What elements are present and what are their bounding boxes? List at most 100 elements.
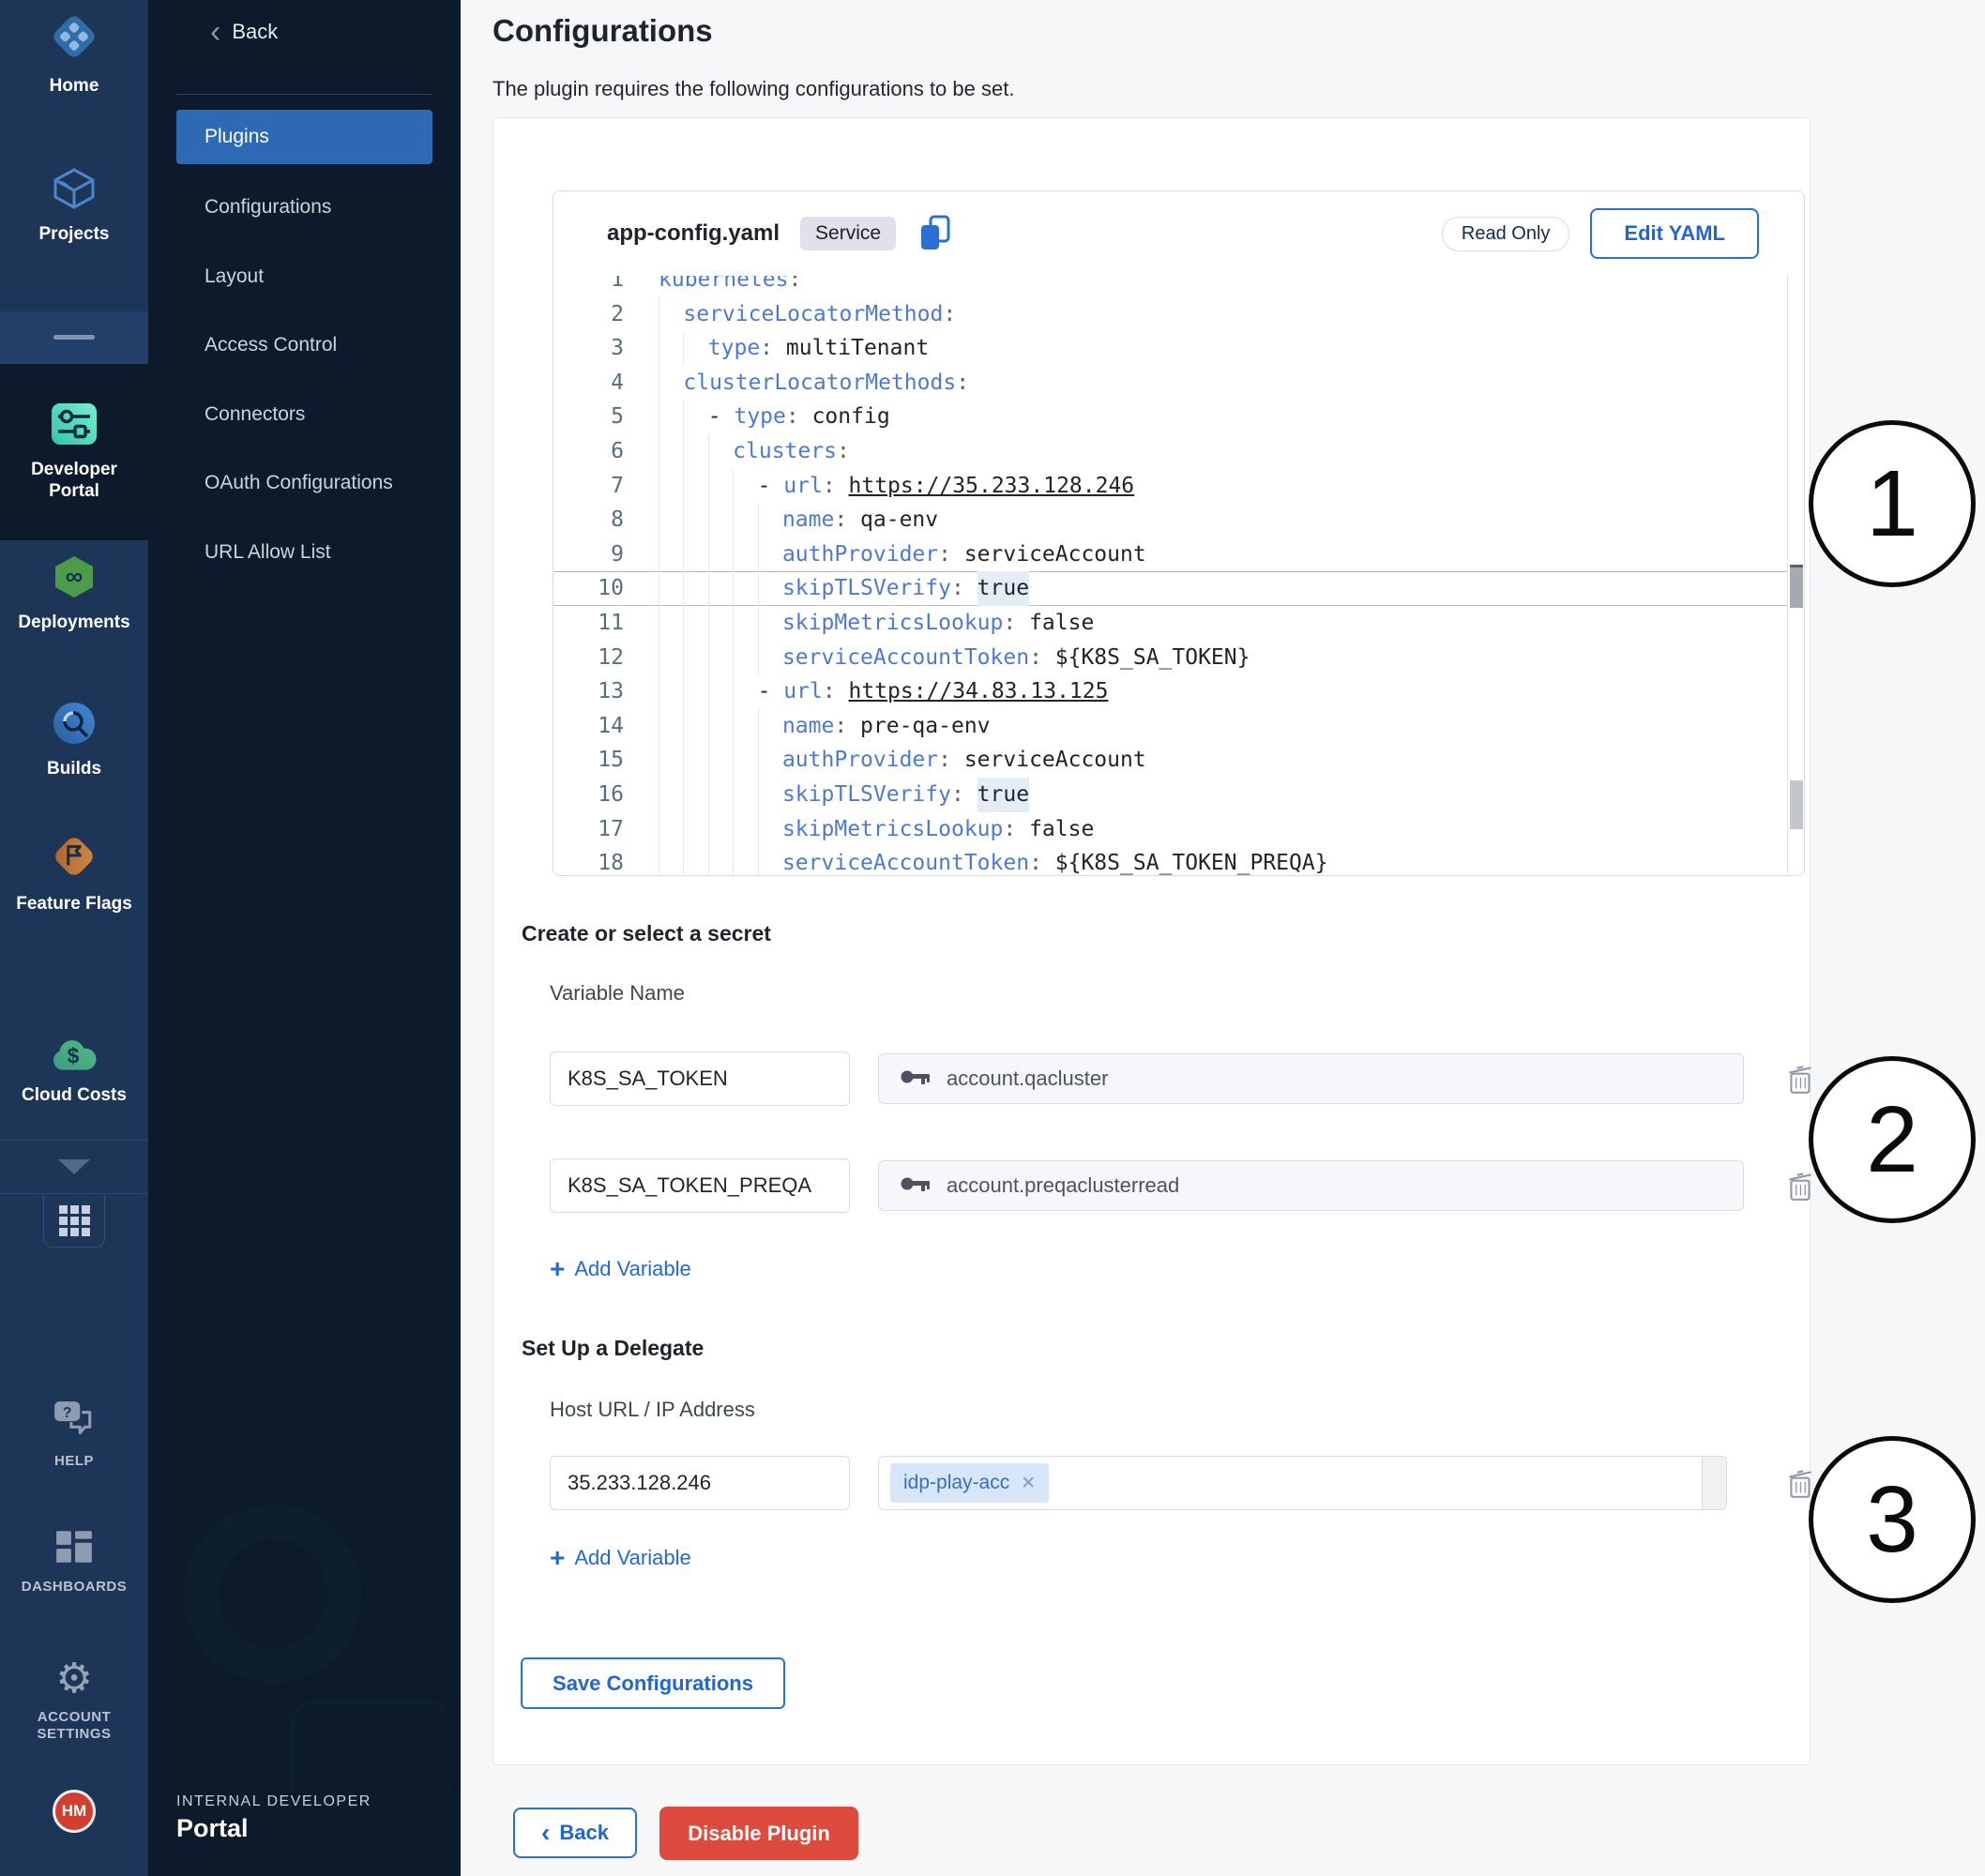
back-button-label: Back	[559, 1821, 609, 1845]
sidebar-item-home[interactable]: Home	[0, 11, 148, 98]
line-number: 10	[553, 571, 624, 606]
host-url-label: Host URL / IP Address	[550, 1398, 755, 1422]
line-number: 8	[553, 503, 624, 537]
nav-item-configurations[interactable]: Configurations	[205, 193, 331, 221]
chevron-left-icon: ‹	[541, 1823, 550, 1842]
code-line-6: 6clusters:	[553, 434, 1787, 469]
line-number: 18	[553, 846, 624, 875]
remove-tag-icon[interactable]: ✕	[1021, 1473, 1036, 1494]
line-number: 6	[553, 434, 624, 469]
decorative-ring	[184, 1505, 362, 1683]
sidebar-item-builds[interactable]: Builds	[0, 702, 148, 780]
yaml-card-header: app-config.yaml Service Read Only Edit Y…	[553, 191, 1804, 276]
nav-back-label: Back	[232, 20, 278, 44]
variable-name-input[interactable]	[550, 1158, 850, 1213]
line-number: 7	[553, 469, 624, 504]
pipelines-icon: ∞	[51, 555, 98, 603]
delegate-row: idp-play-acc ✕	[550, 1456, 1811, 1512]
plus-icon: +	[550, 1547, 565, 1569]
add-variable-delegate-button[interactable]: + Add Variable	[550, 1546, 691, 1570]
collapse-dash-icon[interactable]	[53, 335, 95, 340]
secondary-nav: ‹ Back Plugins Configurations Layout Access…	[148, 0, 461, 1876]
add-variable-label: Add Variable	[574, 1546, 690, 1570]
sidebar-item-deployments[interactable]: ∞ Deployments	[0, 555, 148, 634]
code-line-1: 1kubernetes:	[553, 276, 1787, 297]
line-number: 11	[553, 606, 624, 641]
code-line-17: 17skipMetricsLookup: false	[553, 812, 1787, 847]
svg-text:?: ?	[63, 1405, 72, 1421]
sidebar-item-label: HELP	[15, 1453, 133, 1470]
dashboard-grid-icon	[54, 1529, 94, 1569]
annotation-circle-2: 2	[1809, 1056, 1976, 1223]
sidebar-item-projects[interactable]: Projects	[0, 167, 148, 246]
delete-variable-button[interactable]	[1786, 1063, 1816, 1101]
sidebar-item-developer-portal[interactable]: Developer Portal	[0, 364, 148, 540]
delegate-tags-field[interactable]: idp-play-acc ✕	[878, 1456, 1727, 1510]
chat-question-icon: ?	[53, 1399, 96, 1444]
code-line-2: 2serviceLocatorMethod:	[553, 297, 1787, 332]
read-only-badge: Read Only	[1442, 217, 1570, 251]
scrollbar-thumb[interactable]	[1790, 565, 1803, 608]
sidebar-item-label: Projects	[15, 224, 133, 246]
sidebar-item-feature-flags[interactable]: Feature Flags	[0, 833, 148, 915]
line-number: 15	[553, 743, 624, 778]
secret-reference-label: account.preqaclusterread	[947, 1173, 1179, 1198]
decorative-rect	[291, 1700, 450, 1790]
yaml-code-viewer[interactable]: 1kubernetes:2serviceLocatorMethod:3type:…	[553, 276, 1787, 875]
grid-dots-icon	[59, 1205, 90, 1236]
back-button[interactable]: ‹ Back	[513, 1808, 637, 1858]
nav-item-layout[interactable]: Layout	[205, 263, 264, 291]
tag-field-handle	[1702, 1457, 1726, 1509]
line-number: 16	[553, 778, 624, 812]
sidebar-item-dashboards[interactable]: DASHBOARDS	[0, 1529, 148, 1596]
nav-decoration	[150, 1418, 461, 1790]
code-scrollbar	[1787, 276, 1804, 875]
nav-item-url-allow-list[interactable]: URL Allow List	[205, 538, 331, 567]
cloud-dollar-icon: $	[50, 1036, 98, 1076]
sidebar-item-account-settings[interactable]: ⚙ACCOUNT SETTINGS	[0, 1658, 148, 1743]
edit-yaml-button[interactable]: Edit YAML	[1590, 208, 1759, 259]
sidebar-item-label: Deployments	[15, 613, 133, 634]
line-number: 12	[553, 641, 624, 675]
code-line-18: 18serviceAccountToken: ${K8S_SA_TOKEN_PR…	[553, 846, 1787, 875]
secrets-heading: Create or select a secret	[522, 921, 771, 946]
code-line-11: 11skipMetricsLookup: false	[553, 606, 1787, 641]
host-url-input[interactable]	[550, 1456, 850, 1510]
scrollbar-thumb-secondary[interactable]	[1790, 780, 1803, 829]
save-configurations-button[interactable]: Save Configurations	[521, 1657, 785, 1709]
sidebar-item-label: Developer Portal	[15, 460, 133, 503]
code-line-12: 12serviceAccountToken: ${K8S_SA_TOKEN}	[553, 641, 1787, 675]
module-grid-button[interactable]	[43, 1195, 105, 1248]
sidebar-divider	[0, 311, 148, 364]
add-variable-secrets-button[interactable]: + Add Variable	[550, 1257, 691, 1281]
line-number: 9	[553, 537, 624, 572]
nav-back-button[interactable]: ‹ Back	[210, 19, 278, 45]
line-number: 1	[553, 276, 624, 297]
sidebar-item-help[interactable]: ? HELP	[0, 1399, 148, 1470]
disable-plugin-button[interactable]: Disable Plugin	[659, 1807, 858, 1860]
delegate-tag-label: idp-play-acc	[903, 1472, 1009, 1494]
nav-item-access-control[interactable]: Access Control	[205, 331, 337, 359]
secret-reference-field[interactable]: account.qacluster	[878, 1053, 1744, 1104]
secret-row: account.qacluster	[550, 1051, 1811, 1108]
nav-item-oauth-configurations[interactable]: OAuth Configurations	[205, 469, 393, 497]
line-number: 17	[553, 812, 624, 847]
page-subtitle: The plugin requires the following config…	[492, 77, 1014, 101]
nav-item-plugins[interactable]: Plugins	[176, 110, 432, 164]
secret-reference-field[interactable]: account.preqaclusterread	[878, 1160, 1744, 1211]
delete-variable-button[interactable]	[1786, 1170, 1816, 1208]
copy-icon[interactable]	[917, 214, 954, 253]
configurations-panel: app-config.yaml Service Read Only Edit Y…	[492, 117, 1811, 1765]
cube-icon	[52, 167, 97, 215]
sidebar-item-label: Cloud Costs	[15, 1085, 133, 1107]
code-line-13: 13- url: https://34.83.13.125	[553, 674, 1787, 709]
variable-name-input[interactable]	[550, 1051, 850, 1106]
chevron-down-icon	[58, 1159, 90, 1174]
line-number: 5	[553, 400, 624, 434]
avatar[interactable]: HM	[53, 1790, 96, 1833]
line-number: 2	[553, 297, 624, 332]
sidebar-item-cloud-costs[interactable]: $ Cloud Costs	[0, 1036, 148, 1107]
service-badge: Service	[800, 217, 896, 250]
nav-item-connectors[interactable]: Connectors	[205, 401, 305, 429]
sidebar-expand-row[interactable]	[0, 1140, 148, 1194]
